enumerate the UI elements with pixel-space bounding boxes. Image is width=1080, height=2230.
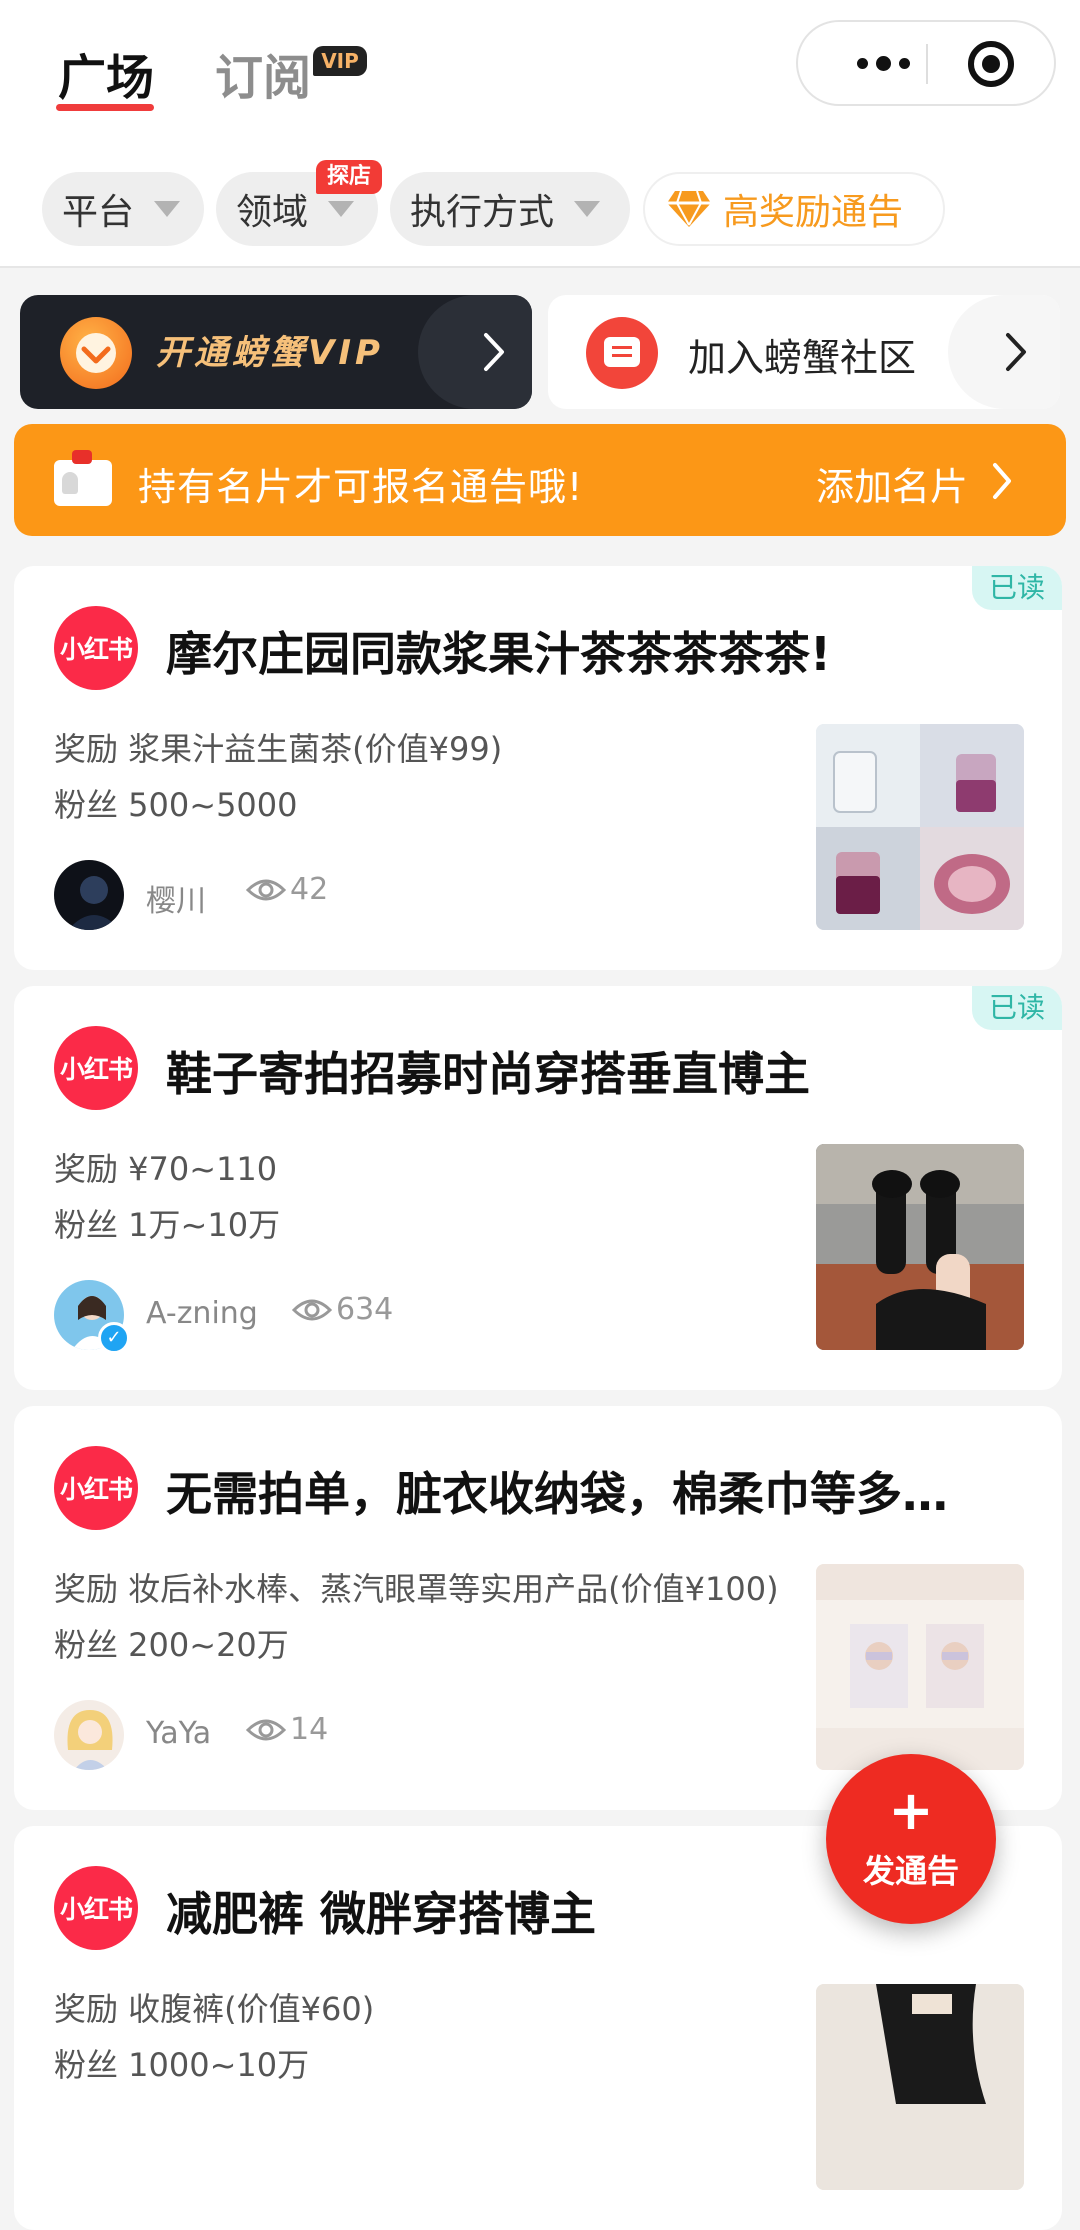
community-banner-label: 加入螃蟹社区 [688, 336, 917, 380]
author-name: 樱川 [146, 884, 206, 919]
view-count: 42 [246, 872, 328, 907]
post-fans: 粉丝 500~5000 [54, 786, 298, 824]
view-count-value: 14 [290, 1712, 329, 1747]
xiaohongshu-logo: 小红书 [54, 606, 138, 690]
view-count-value: 42 [290, 872, 329, 907]
avatar[interactable] [54, 1700, 124, 1770]
post-card[interactable]: 小红书 无需拍单，脏衣收纳袋，棉柔巾等多… 奖励 妆后补水棒、蒸汽眼罩等实用产品… [14, 1406, 1062, 1810]
xiaohongshu-logo: 小红书 [54, 1446, 138, 1530]
post-thumbnail[interactable] [816, 724, 1024, 930]
post-thumbnail[interactable] [816, 1564, 1024, 1770]
chat-icon [586, 317, 658, 389]
chevron-right-icon [993, 463, 1011, 499]
top-header: 广场 订阅 VIP 平台 领域 探店 执行方式 高奖励通告 [0, 0, 1080, 268]
post-card[interactable]: 已读 小红书 鞋子寄拍招募时尚穿搭垂直博主 奖励 ¥70~110 粉丝 1万~1… [14, 986, 1062, 1390]
view-count: 14 [246, 1712, 328, 1747]
filter-platform-label: 平台 [62, 192, 135, 233]
post-fans: 粉丝 200~20万 [54, 1626, 289, 1664]
avatar[interactable] [54, 860, 124, 930]
verified-badge-icon: ✓ [98, 1322, 130, 1354]
caret-down-icon [328, 201, 355, 217]
add-card-link[interactable]: 添加名片 [816, 456, 968, 511]
post-title: 鞋子寄拍招募时尚穿搭垂直博主 [166, 1047, 810, 1101]
miniprogram-capsule [796, 20, 1056, 106]
miniprogram-target-icon[interactable] [968, 41, 1014, 87]
community-banner[interactable]: 加入螃蟹社区 [548, 295, 1060, 409]
vip-banner[interactable]: 开通螃蟹VIP [20, 295, 532, 409]
business-card-notice: 持有名片才可报名通告哦! 添加名片 [14, 424, 1066, 536]
read-tag: 已读 [972, 986, 1062, 1030]
vip-icon [60, 317, 132, 389]
post-thumbnail[interactable] [816, 1984, 1024, 2190]
xiaohongshu-logo: 小红书 [54, 1866, 138, 1950]
vip-banner-label: 开通螃蟹VIP [156, 333, 384, 373]
post-card[interactable]: 已读 小红书 摩尔庄园同款浆果汁茶茶茶茶茶! 奖励 浆果汁益生菌茶(价值¥99)… [14, 566, 1062, 970]
filter-platform[interactable]: 平台 [42, 172, 204, 246]
post-notice-button[interactable]: + 发通告 [826, 1754, 996, 1924]
view-count-value: 634 [336, 1292, 394, 1327]
banner-decoration [418, 295, 532, 409]
tab-square[interactable]: 广场 [58, 38, 154, 108]
post-thumbnail[interactable] [816, 1144, 1024, 1350]
plus-icon: + [888, 1779, 934, 1842]
eye-icon [246, 1719, 286, 1740]
caret-down-icon [574, 201, 601, 217]
post-fans: 粉丝 1万~10万 [54, 1206, 281, 1244]
read-tag: 已读 [972, 566, 1062, 610]
filter-execution-label: 执行方式 [410, 192, 555, 233]
xiaohongshu-logo: 小红书 [54, 1026, 138, 1110]
post-notice-label: 发通告 [862, 1852, 959, 1890]
post-reward: 奖励 浆果汁益生菌茶(价值¥99) [54, 730, 503, 768]
post-title: 摩尔庄园同款浆果汁茶茶茶茶茶! [166, 627, 831, 681]
author-name: A-zning [146, 1296, 258, 1331]
id-card-icon [54, 450, 112, 506]
filter-high-reward[interactable]: 高奖励通告 [643, 172, 945, 246]
author-name: YaYa [146, 1716, 212, 1751]
post-reward: 奖励 ¥70~110 [54, 1150, 278, 1188]
post-title: 无需拍单，脏衣收纳袋，棉柔巾等多… [166, 1467, 948, 1521]
active-tab-indicator [56, 104, 154, 111]
eye-icon [246, 879, 286, 900]
filter-badge: 探店 [316, 160, 382, 194]
notice-text: 持有名片才可报名通告哦! [138, 465, 584, 509]
filter-high-reward-label: 高奖励通告 [723, 192, 904, 233]
more-dots-icon[interactable] [828, 22, 938, 104]
post-reward: 奖励 收腹裤(价值¥60) [54, 1990, 375, 2028]
filter-field-label: 领域 [236, 192, 309, 233]
vip-badge: VIP [313, 46, 367, 76]
tab-subscribe[interactable]: 订阅 [215, 38, 311, 108]
view-count: 634 [292, 1292, 393, 1327]
diamond-icon [667, 190, 711, 227]
chevron-right-icon [1006, 333, 1026, 371]
caret-down-icon [154, 201, 181, 217]
post-reward: 奖励 妆后补水棒、蒸汽眼罩等实用产品(价值¥100) [54, 1570, 779, 1608]
chevron-right-icon [484, 333, 504, 371]
filter-execution[interactable]: 执行方式 [390, 172, 630, 246]
capsule-divider [926, 44, 928, 84]
post-fans: 粉丝 1000~10万 [54, 2046, 310, 2084]
eye-icon [292, 1299, 332, 1320]
